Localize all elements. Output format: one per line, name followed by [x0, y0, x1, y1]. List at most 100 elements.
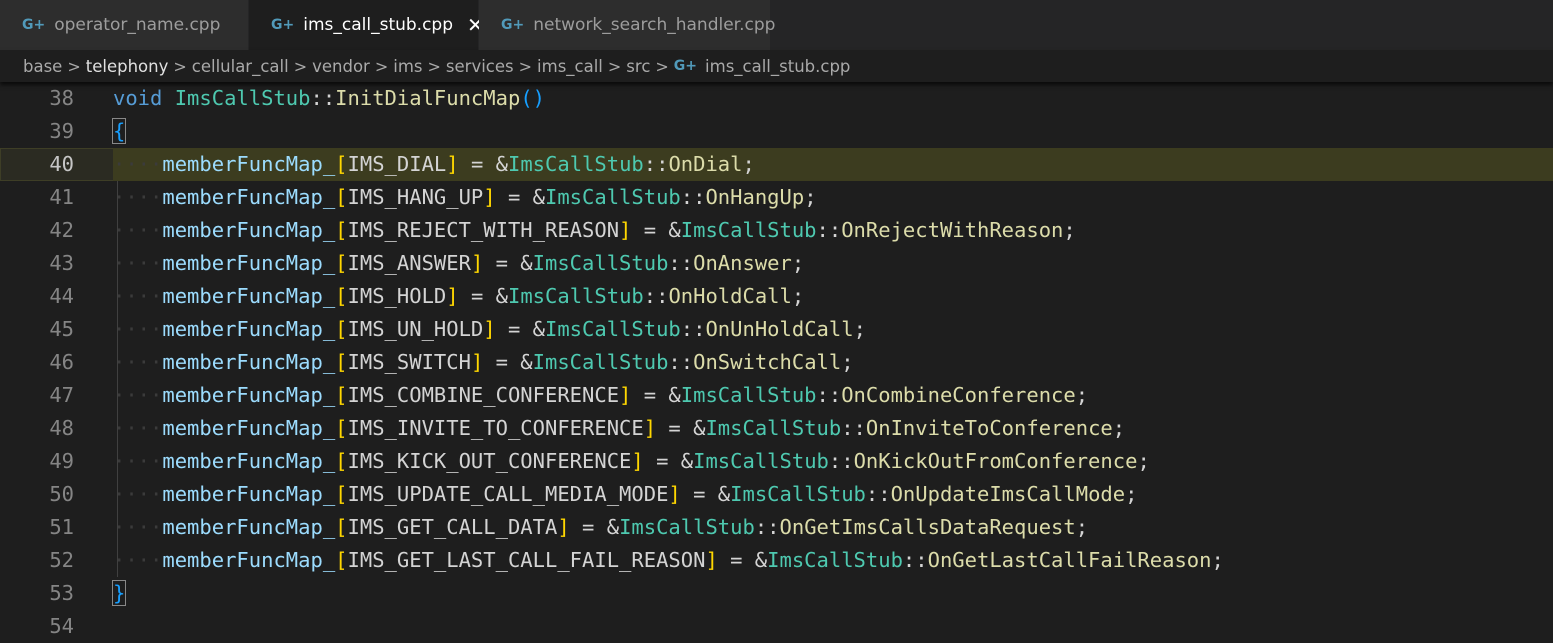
breadcrumb-item[interactable]: ims_call_stub.cpp — [705, 57, 850, 76]
class-name: ImsCallStub — [619, 515, 755, 539]
breadcrumb-item[interactable]: src — [626, 57, 650, 76]
code-line[interactable]: 54 — [0, 610, 1553, 643]
chevron-right-icon: > — [607, 56, 622, 76]
code-line[interactable]: 51 ····memberFuncMap_[IMS_GET_CALL_DATA] … — [0, 511, 1553, 544]
function-name: OnGetImsCallsDataRequest — [779, 515, 1076, 539]
line-number: 54 — [49, 614, 74, 638]
scope-operator: :: — [865, 482, 891, 506]
whitespace-dots: ···· — [113, 152, 163, 176]
whitespace-dots: ···· — [113, 350, 163, 374]
line-number: 45 — [49, 317, 74, 341]
class-name: ImsCallStub — [545, 317, 681, 341]
code-line[interactable]: 50 ····memberFuncMap_[IMS_UPDATE_CALL_MED… — [0, 478, 1553, 511]
function-name: OnHangUp — [705, 185, 805, 209]
assign-operator: = & — [643, 449, 694, 473]
class-name: ImsCallStub — [545, 185, 681, 209]
bracket: [ — [335, 515, 348, 539]
whitespace-dots: ···· — [113, 449, 163, 473]
constant: IMS_HANG_UP — [347, 185, 484, 209]
semicolon: ; — [1137, 449, 1150, 473]
code-line[interactable]: 43 ····memberFuncMap_[IMS_ANSWER] = &ImsC… — [0, 247, 1553, 280]
line-number: 53 — [49, 581, 74, 605]
code-text: ····memberFuncMap_[IMS_REJECT_WITH_REASO… — [113, 214, 1553, 247]
code-text: ····memberFuncMap_[IMS_COMBINE_CONFERENC… — [113, 379, 1553, 412]
code-line[interactable]: 46 ····memberFuncMap_[IMS_SWITCH] = &ImsC… — [0, 346, 1553, 379]
code-line[interactable]: 49 ····memberFuncMap_[IMS_KICK_OUT_CONFER… — [0, 445, 1553, 478]
bracket: ] — [470, 350, 484, 374]
code-line[interactable]: 45 ····memberFuncMap_[IMS_UN_HOLD] = &Ims… — [0, 313, 1553, 346]
function-name: OnUpdateImsCallMode — [890, 482, 1126, 506]
semicolon: ; — [1075, 515, 1089, 539]
tab-operator-name[interactable]: G+ operator_name.cpp — [0, 0, 249, 50]
constant: IMS_GET_LAST_CALL_FAIL_REASON — [347, 548, 706, 572]
whitespace-dots: ···· — [113, 482, 163, 506]
bracket: [ — [335, 251, 348, 275]
whitespace-dots: ···· — [113, 218, 163, 242]
variable: memberFuncMap_ — [162, 218, 336, 242]
assign-operator: = & — [495, 185, 545, 209]
code-line[interactable]: 39 { — [0, 115, 1553, 148]
line-number: 38 — [49, 86, 74, 110]
breadcrumb-item[interactable]: ims_call — [537, 57, 603, 76]
whitespace-dots: ···· — [113, 317, 163, 341]
breadcrumb-item[interactable]: ims — [393, 57, 422, 76]
code-line[interactable]: 53} — [0, 577, 1553, 610]
class-name: ImsCallStub — [705, 416, 842, 440]
class-name: ImsCallStub — [174, 86, 311, 110]
constant: IMS_SWITCH — [347, 350, 471, 374]
code-text: ····memberFuncMap_[IMS_GET_CALL_DATA] = … — [113, 511, 1553, 544]
bracket: [ — [335, 350, 348, 374]
code-editor[interactable]: 38 void ImsCallStub::InitDialFuncMap() 39 {… — [0, 82, 1553, 643]
code-line[interactable]: 42 ····memberFuncMap_[IMS_REJECT_WITH_REA… — [0, 214, 1553, 247]
code-text: } — [111, 577, 1553, 610]
semicolon: ; — [791, 284, 805, 308]
code-text: ····memberFuncMap_[IMS_ANSWER] = &ImsCal… — [113, 247, 1553, 280]
breadcrumb-item[interactable]: vendor — [312, 57, 370, 76]
bracket: [ — [335, 383, 348, 407]
function-name: OnSwitchCall — [693, 350, 842, 374]
variable: memberFuncMap_ — [162, 482, 336, 506]
code-line[interactable]: 47 ····memberFuncMap_[IMS_COMBINE_CONFERE… — [0, 379, 1553, 412]
bracket: [ — [335, 185, 348, 209]
line-number: 39 — [49, 119, 74, 143]
bracket: ] — [446, 152, 459, 176]
class-name: ImsCallStub — [532, 251, 669, 275]
function-name: OnDial — [668, 152, 743, 176]
breadcrumb-item[interactable]: telephony — [86, 57, 169, 76]
tab-ims-call-stub[interactable]: G+ ims_call_stub.cpp ✕ — [249, 0, 484, 50]
keyword: void — [113, 86, 163, 110]
code-line[interactable]: 41 ····memberFuncMap_[IMS_HANG_UP] = &Ims… — [0, 181, 1553, 214]
chevron-right-icon: > — [427, 56, 441, 76]
chevron-right-icon: > — [518, 56, 533, 76]
whitespace-dots: ···· — [113, 548, 163, 572]
line-number: 46 — [49, 350, 74, 374]
function-name: OnInviteToConference — [865, 416, 1113, 440]
assign-operator: = & — [631, 383, 681, 407]
code-line[interactable]: 40 ····memberFuncMap_[IMS_DIAL] = &ImsCal… — [0, 148, 1553, 181]
code-text: void ImsCallStub::InitDialFuncMap() — [113, 82, 1553, 115]
breadcrumb-item[interactable]: base — [23, 57, 62, 76]
code-text: ····memberFuncMap_[IMS_GET_LAST_CALL_FAI… — [113, 544, 1553, 577]
bracket: ] — [619, 218, 632, 242]
code-line[interactable]: 52 ····memberFuncMap_[IMS_GET_LAST_CALL_F… — [0, 544, 1553, 577]
whitespace-dots: ···· — [113, 416, 163, 440]
function-name: InitDialFuncMap — [335, 86, 521, 110]
code-text: ····memberFuncMap_[IMS_UN_HOLD] = &ImsCa… — [113, 313, 1553, 346]
constant: IMS_ANSWER — [347, 251, 471, 275]
whitespace-dots: ···· — [113, 251, 163, 275]
code-line[interactable]: 48 ····memberFuncMap_[IMS_INVITE_TO_CONFE… — [0, 412, 1553, 445]
function-name: OnAnswer — [693, 251, 792, 275]
code-line[interactable]: 44 ····memberFuncMap_[IMS_HOLD] = &ImsCal… — [0, 280, 1553, 313]
parentheses: () — [520, 86, 545, 110]
assign-operator: = & — [631, 218, 681, 242]
code-line[interactable]: 38 void ImsCallStub::InitDialFuncMap() — [0, 82, 1553, 115]
variable: memberFuncMap_ — [162, 185, 336, 209]
class-name: ImsCallStub — [507, 152, 644, 176]
tab-network-search-handler[interactable]: G+ network_search_handler.cpp — [479, 0, 775, 50]
bracket: [ — [335, 317, 348, 341]
breadcrumb-item[interactable]: cellular_call — [192, 57, 289, 76]
semicolon: ; — [1125, 482, 1138, 506]
breadcrumb-item[interactable]: services — [446, 57, 514, 76]
class-name: ImsCallStub — [693, 449, 829, 473]
cpp-file-icon: G+ — [271, 17, 295, 33]
